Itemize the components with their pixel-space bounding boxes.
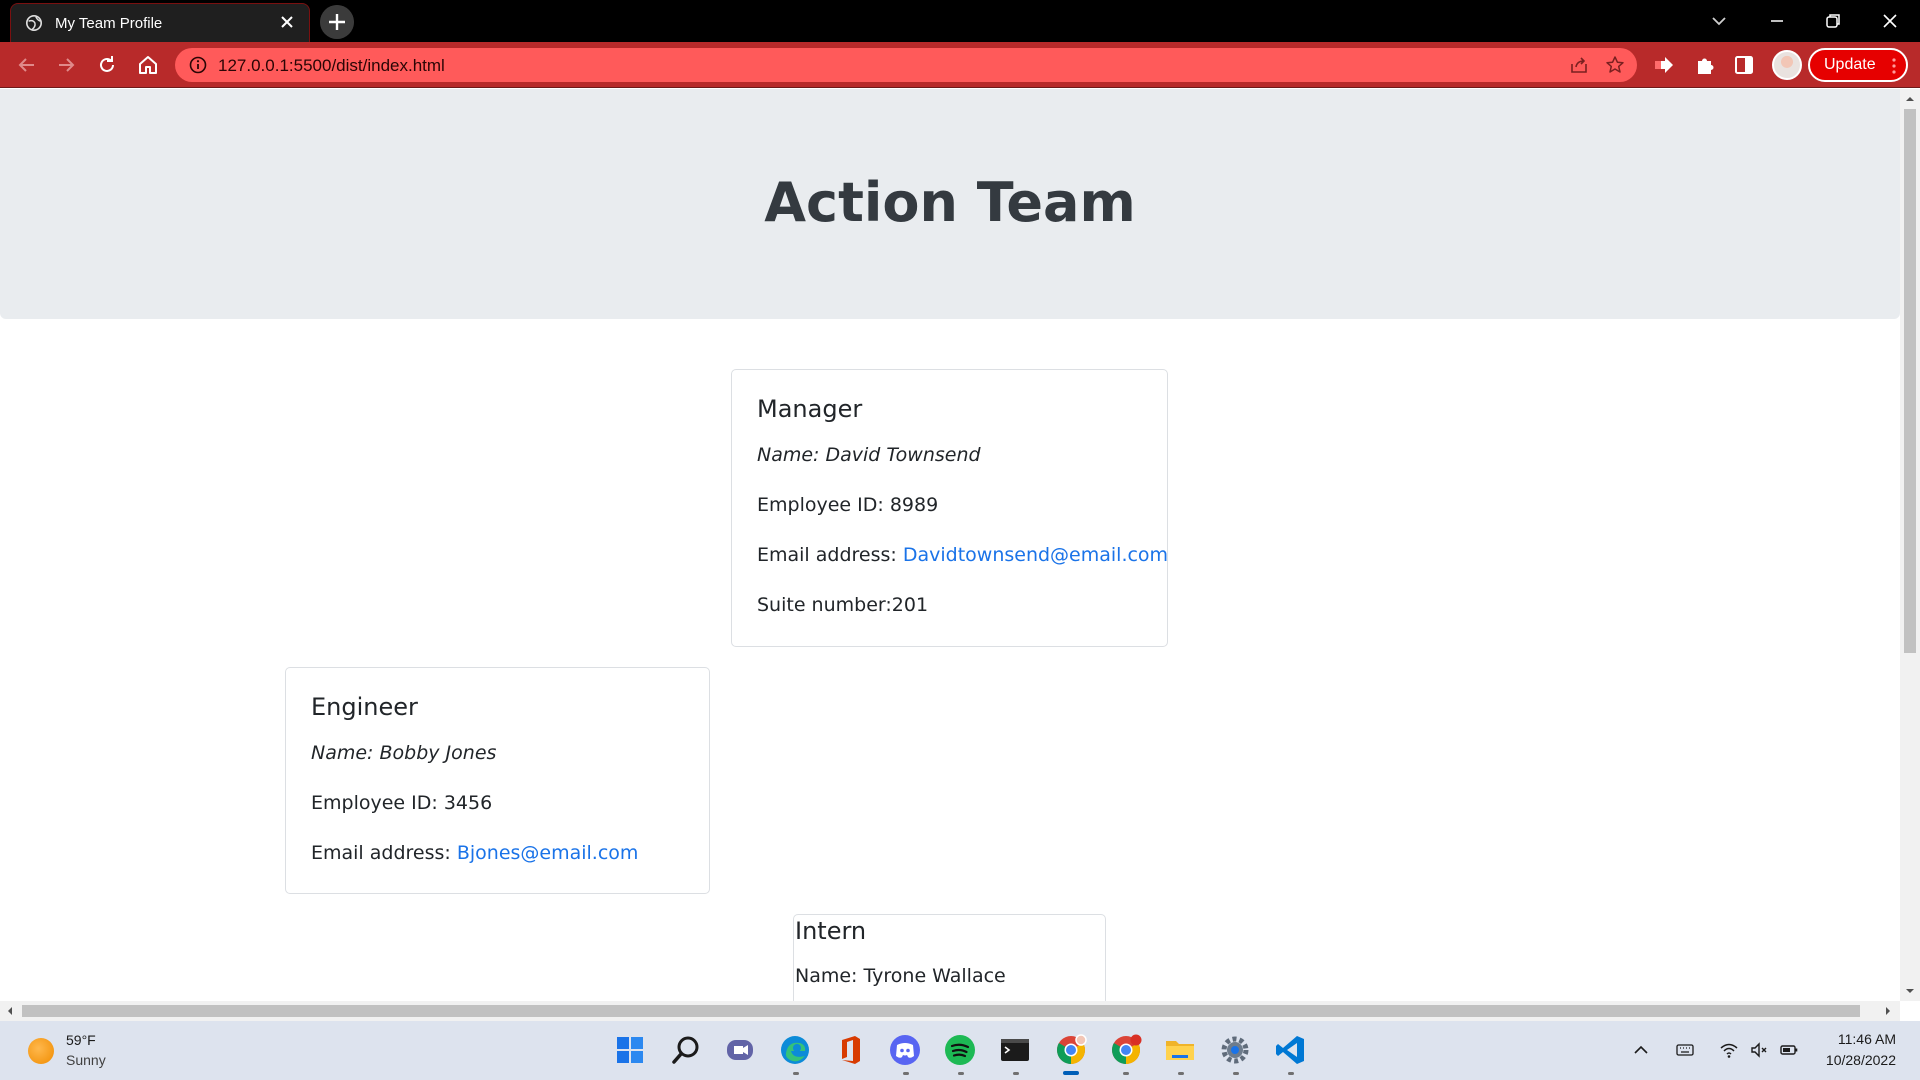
settings-gear-icon[interactable] bbox=[1218, 1033, 1252, 1067]
extensions-puzzle-icon[interactable] bbox=[1693, 53, 1717, 77]
horizontal-scroll-thumb[interactable] bbox=[22, 1005, 1860, 1017]
manager-heading: Manager bbox=[757, 395, 863, 423]
bookmark-star-icon[interactable] bbox=[1605, 55, 1625, 75]
profile-avatar[interactable] bbox=[1772, 50, 1802, 80]
engineer-id: Employee ID: 3456 bbox=[311, 792, 493, 814]
weather-temperature[interactable]: 59°F bbox=[66, 1032, 96, 1048]
browser-toolbar: 127.0.0.1:5500/dist/index.html Update bbox=[0, 42, 1920, 88]
vertical-scrollbar[interactable] bbox=[1900, 89, 1920, 1001]
scroll-up-icon[interactable] bbox=[1904, 93, 1916, 105]
weather-description[interactable]: Sunny bbox=[66, 1052, 106, 1068]
windows-start-icon[interactable] bbox=[613, 1033, 647, 1067]
forward-icon[interactable] bbox=[54, 53, 78, 77]
page-header: Action Team bbox=[0, 89, 1900, 319]
file-explorer-icon[interactable] bbox=[1163, 1033, 1197, 1067]
address-url[interactable]: 127.0.0.1:5500/dist/index.html bbox=[218, 56, 445, 76]
manager-id: Employee ID: 8989 bbox=[757, 494, 939, 516]
manager-email-link[interactable]: Davidtownsend@email.com bbox=[903, 544, 1168, 566]
engineer-email-link[interactable]: Bjones@email.com bbox=[457, 842, 639, 864]
manager-name: Name: David Townsend bbox=[757, 444, 981, 466]
close-window-icon[interactable] bbox=[1877, 8, 1903, 34]
taskbar-active-indicator bbox=[1063, 1071, 1079, 1075]
taskbar-indicator bbox=[1233, 1072, 1239, 1075]
restore-icon[interactable] bbox=[1820, 8, 1846, 34]
page-viewport: Action Team Manager Name: David Townsend… bbox=[0, 89, 1900, 1001]
chevron-up-icon[interactable] bbox=[1631, 1040, 1651, 1060]
horizontal-scrollbar[interactable] bbox=[0, 1001, 1900, 1021]
clock-time[interactable]: 11:46 AM bbox=[1812, 1031, 1896, 1047]
sun-icon[interactable] bbox=[28, 1038, 54, 1064]
globe-icon bbox=[25, 14, 43, 32]
search-icon[interactable] bbox=[669, 1033, 703, 1067]
address-bar[interactable]: 127.0.0.1:5500/dist/index.html bbox=[175, 48, 1637, 82]
manager-email-row: Email address: Davidtownsend@email.com bbox=[757, 544, 1168, 566]
side-panel-icon[interactable] bbox=[1732, 53, 1756, 77]
reload-icon[interactable] bbox=[95, 53, 119, 77]
clock-date[interactable]: 10/28/2022 bbox=[1812, 1052, 1896, 1068]
taskbar-indicator bbox=[1178, 1072, 1184, 1075]
intern-heading: Intern bbox=[795, 917, 867, 945]
chrome-icon[interactable] bbox=[1054, 1033, 1088, 1067]
intern-name: Name: Tyrone Wallace bbox=[795, 965, 1006, 987]
office-icon[interactable] bbox=[833, 1033, 867, 1067]
vertical-scroll-thumb[interactable] bbox=[1904, 109, 1916, 653]
scroll-down-icon[interactable] bbox=[1904, 985, 1916, 997]
chat-icon[interactable] bbox=[723, 1033, 757, 1067]
tab-my-team-profile[interactable]: My Team Profile bbox=[10, 3, 310, 42]
taskbar-indicator bbox=[958, 1072, 964, 1075]
tab-strip: My Team Profile bbox=[0, 0, 1920, 42]
new-tab-icon[interactable] bbox=[320, 5, 354, 39]
close-icon[interactable] bbox=[277, 12, 297, 32]
speaker-muted-icon[interactable] bbox=[1749, 1040, 1769, 1060]
keyboard-icon[interactable] bbox=[1675, 1040, 1695, 1060]
chrome-profile-icon[interactable] bbox=[1109, 1033, 1143, 1067]
vscode-icon[interactable] bbox=[1273, 1033, 1307, 1067]
minimize-icon[interactable] bbox=[1764, 8, 1790, 34]
intern-card: Intern Name: Tyrone Wallace bbox=[793, 914, 1106, 1001]
taskbar-indicator bbox=[1013, 1072, 1019, 1075]
wifi-icon[interactable] bbox=[1719, 1040, 1739, 1060]
taskbar-indicator bbox=[903, 1072, 909, 1075]
engineer-email-label: Email address: bbox=[311, 842, 457, 864]
scroll-left-icon[interactable] bbox=[4, 1005, 16, 1017]
engineer-heading: Engineer bbox=[311, 693, 418, 721]
engineer-name: Name: Bobby Jones bbox=[311, 742, 497, 764]
manager-office: Suite number:201 bbox=[757, 594, 929, 616]
page-title: Action Team bbox=[764, 171, 1136, 234]
taskbar: 59°F Sunny 11:46 AM 10/28/2022 bbox=[0, 1021, 1920, 1080]
spotify-icon[interactable] bbox=[943, 1033, 977, 1067]
engineer-email-row: Email address: Bjones@email.com bbox=[311, 842, 638, 864]
taskbar-indicator bbox=[1123, 1072, 1129, 1075]
edge-icon[interactable] bbox=[778, 1033, 812, 1067]
extension-arrow-icon[interactable] bbox=[1652, 53, 1676, 77]
battery-icon[interactable] bbox=[1779, 1040, 1799, 1060]
tab-title: My Team Profile bbox=[55, 15, 163, 32]
back-icon[interactable] bbox=[15, 53, 39, 77]
terminal-icon[interactable] bbox=[998, 1033, 1032, 1067]
update-label: Update bbox=[1824, 56, 1876, 73]
share-icon[interactable] bbox=[1569, 55, 1589, 75]
taskbar-indicator bbox=[1288, 1072, 1294, 1075]
engineer-card: Engineer Name: Bobby Jones Employee ID: … bbox=[285, 667, 710, 894]
scroll-right-icon[interactable] bbox=[1882, 1005, 1894, 1017]
more-menu-icon[interactable] bbox=[1892, 58, 1896, 74]
site-info-icon[interactable] bbox=[189, 56, 207, 74]
tab-search-icon[interactable] bbox=[1706, 8, 1732, 34]
taskbar-indicator bbox=[793, 1072, 799, 1075]
update-button[interactable]: Update bbox=[1808, 48, 1908, 82]
home-icon[interactable] bbox=[136, 53, 160, 77]
manager-email-label: Email address: bbox=[757, 544, 903, 566]
discord-icon[interactable] bbox=[888, 1033, 922, 1067]
manager-card: Manager Name: David Townsend Employee ID… bbox=[731, 369, 1168, 647]
